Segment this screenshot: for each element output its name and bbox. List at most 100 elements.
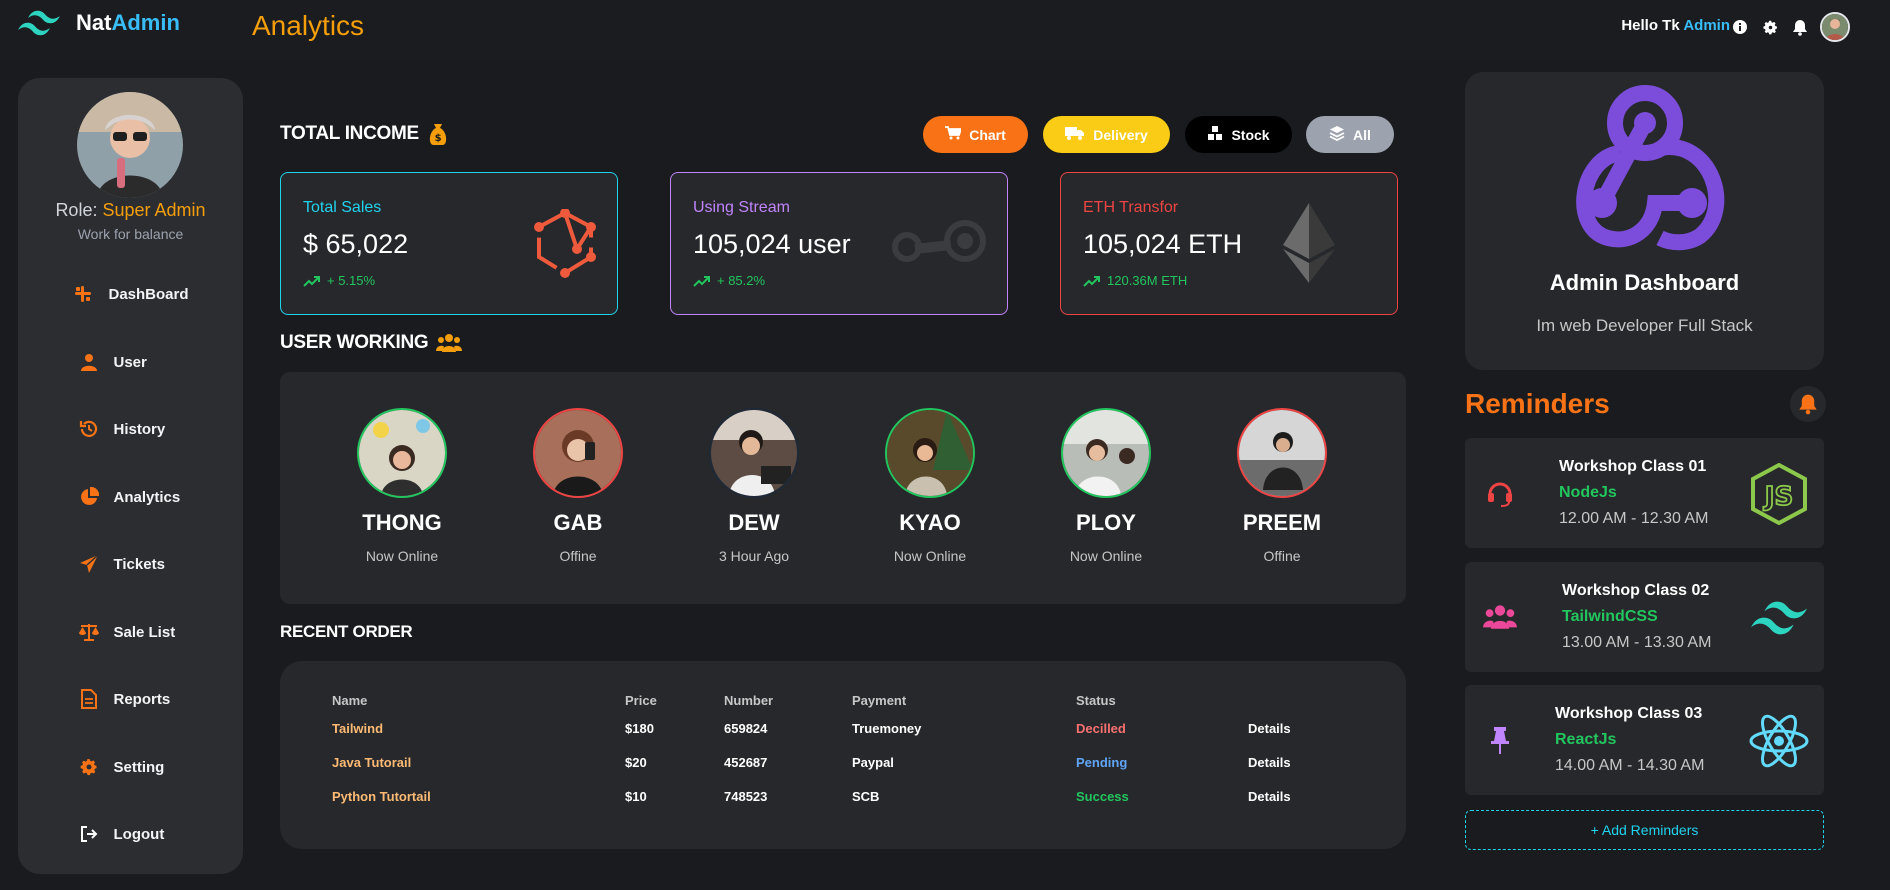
user-working-title: USER WORKING xyxy=(280,332,463,354)
order-status: Decilled xyxy=(1076,720,1126,736)
reminder-item[interactable]: Workshop Class 01 NodeJs 12.00 AM - 12.3… xyxy=(1465,438,1824,548)
order-payment: SCB xyxy=(852,788,880,804)
order-status: Pending xyxy=(1076,754,1128,770)
sidebar-item-label: Analytics xyxy=(113,488,181,506)
reminder-title: Workshop Class 03 xyxy=(1555,705,1703,722)
user-status: Now Online xyxy=(365,548,439,564)
card-delta-text: + 5.15% xyxy=(327,273,376,288)
delivery-button-label: Delivery xyxy=(1093,126,1148,143)
all-button[interactable]: All xyxy=(1306,116,1394,153)
brand-name: NatAdmin xyxy=(76,10,180,35)
top-bar: NatAdmin Analytics Hello Tk Admin xyxy=(0,0,1890,60)
profile-avatar[interactable] xyxy=(77,92,183,198)
order-price: $10 xyxy=(625,788,647,804)
gear-icon[interactable] xyxy=(1760,17,1780,37)
user-card-kyao[interactable]: KYAO Now Online xyxy=(860,408,1000,564)
sidebar-item-reports[interactable]: Reports xyxy=(18,679,243,719)
user-card-thong[interactable]: THONG Now Online xyxy=(332,408,472,564)
sidebar-item-label: Tickets xyxy=(113,555,165,573)
column-header-action xyxy=(1248,689,1328,711)
react-icon xyxy=(1748,710,1810,772)
sidebar-item-history[interactable]: History xyxy=(18,409,243,449)
user-avatar xyxy=(709,408,799,498)
add-reminder-button[interactable]: + Add Reminders xyxy=(1465,810,1824,850)
header-actions xyxy=(1730,12,1850,42)
sidebar-item-tickets[interactable]: Tickets xyxy=(18,544,243,584)
scale-icon xyxy=(78,621,100,643)
recent-order-title: RECENT ORDER xyxy=(280,622,413,641)
sidebar-item-dashboard[interactable]: DashBoard xyxy=(18,274,243,314)
orders-table: Name Price Number Payment Status Tailwin… xyxy=(332,689,1328,813)
user-avatar xyxy=(885,408,975,498)
role-subtitle: Work for balance xyxy=(77,226,184,242)
sidebar-item-label: Setting xyxy=(113,758,165,776)
total-income-title-text: TOTAL INCOME xyxy=(280,123,419,144)
delivery-button[interactable]: Delivery xyxy=(1043,116,1170,153)
sidebar-item-sale-list[interactable]: Sale List xyxy=(18,612,243,652)
card-value: $ 65,022 xyxy=(303,229,409,259)
reminders-bell-button[interactable] xyxy=(1790,386,1826,422)
details-link[interactable]: Details xyxy=(1248,711,1328,745)
trend-up-icon xyxy=(693,275,710,287)
order-number: 659824 xyxy=(724,720,768,736)
column-header-payment: Payment xyxy=(852,692,907,708)
page-title: Analytics xyxy=(252,10,365,41)
reminder-time: 12.00 AM - 12.30 AM xyxy=(1559,510,1709,527)
sidebar-item-label: Logout xyxy=(113,825,165,843)
eth-transfer-card[interactable]: ETH Transfor 105,024 ETH 120.36M ETH xyxy=(1060,172,1398,315)
sidebar-item-label: User xyxy=(113,353,147,371)
chart-button-label: Chart xyxy=(969,126,1006,143)
card-delta: + 85.2% xyxy=(693,273,765,288)
order-number: 748523 xyxy=(724,788,768,804)
order-name: Java Tutorail xyxy=(332,754,412,770)
user-card-preem[interactable]: PREEM Offine xyxy=(1212,408,1352,564)
info-icon[interactable] xyxy=(1730,17,1750,37)
using-stream-card[interactable]: Using Stream 105,024 user + 85.2% xyxy=(670,172,1008,315)
details-link[interactable]: Details xyxy=(1248,779,1328,813)
bell-icon[interactable] xyxy=(1790,17,1810,37)
pie-chart-icon xyxy=(78,486,100,508)
sidebar-item-user[interactable]: User xyxy=(18,342,243,382)
trend-up-icon xyxy=(303,275,320,287)
user-status: Offine xyxy=(559,548,597,564)
bell-icon xyxy=(1799,394,1817,415)
brand-logo[interactable]: NatAdmin xyxy=(16,8,180,38)
card-value: 105,024 user xyxy=(693,229,851,259)
card-title: ETH Transfor xyxy=(1083,199,1179,216)
sidebar-item-setting[interactable]: Setting xyxy=(18,747,243,787)
card-delta: + 5.15% xyxy=(303,273,375,288)
cart-icon xyxy=(945,126,963,143)
reminder-item[interactable]: Workshop Class 02 TailwindCSS 13.00 AM -… xyxy=(1465,562,1824,672)
reminders-title: Reminders xyxy=(1465,388,1610,419)
layers-icon xyxy=(1329,125,1345,144)
user-card-gab[interactable]: GAB Offine xyxy=(508,408,648,564)
user-card-dew[interactable]: DEW 3 Hour Ago xyxy=(684,408,824,564)
user-working-panel: THONG Now Online GAB Offine DEW 3 Hour A… xyxy=(280,372,1406,604)
chart-button[interactable]: Chart xyxy=(923,116,1028,153)
order-status: Success xyxy=(1076,788,1129,804)
reminder-subject: NodeJs xyxy=(1559,484,1617,501)
card-title: Total Sales xyxy=(303,199,382,216)
ethereum-icon xyxy=(1283,203,1335,288)
users-group-icon xyxy=(436,334,463,352)
sidebar-item-logout[interactable]: Logout xyxy=(18,814,243,854)
total-sales-card[interactable]: Total Sales $ 65,022 + 5.15% xyxy=(280,172,618,315)
headset-icon xyxy=(1483,476,1517,510)
stock-button[interactable]: Stock xyxy=(1185,116,1292,153)
user-icon xyxy=(78,351,100,373)
details-link[interactable]: Details xyxy=(1248,745,1328,779)
table-row: Java Tutorail $20 452687 Paypal Pending … xyxy=(332,745,1328,779)
webhook-icon xyxy=(1576,85,1725,251)
card-value: 105,024 ETH xyxy=(1083,229,1243,259)
boxes-icon xyxy=(1207,125,1223,144)
user-card-ploy[interactable]: PLOY Now Online xyxy=(1036,408,1176,564)
money-bag-icon: $ xyxy=(429,124,447,145)
reminder-item[interactable]: Workshop Class 03 ReactJs 14.00 AM - 14.… xyxy=(1465,685,1824,795)
sidebar-item-analytics[interactable]: Analytics xyxy=(18,477,243,517)
header-avatar[interactable] xyxy=(1820,12,1850,42)
user-name: DEW xyxy=(728,510,780,535)
user-name: THONG xyxy=(362,510,442,535)
user-avatar xyxy=(357,408,447,498)
order-name: Python Tutortail xyxy=(332,788,431,804)
reminder-time: 14.00 AM - 14.30 AM xyxy=(1555,757,1705,774)
